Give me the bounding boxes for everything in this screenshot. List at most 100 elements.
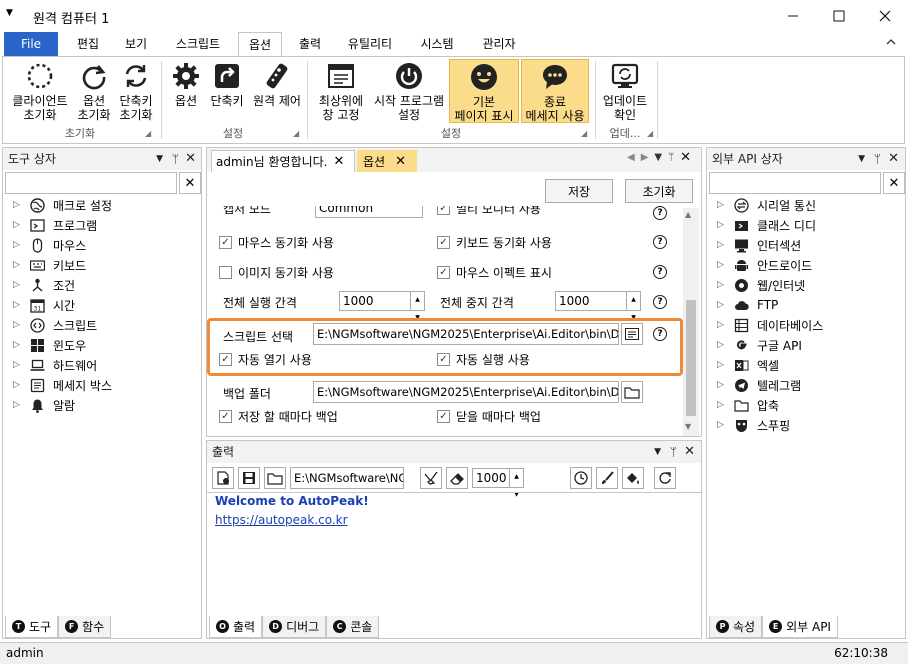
close-doc-icon[interactable]: ✕: [680, 150, 691, 165]
tab-view[interactable]: 보기: [114, 32, 158, 56]
mouse-effect-row[interactable]: ✓ 마우스 이펙트 표시: [437, 264, 552, 281]
tree-item-intersection[interactable]: ▷ 인터섹션: [717, 235, 823, 255]
tree-item-excel[interactable]: ▷ 엑셀: [717, 355, 823, 375]
tree-item-telegram[interactable]: ▷ 텔레그램: [717, 375, 823, 395]
tree-item-compress[interactable]: ▷ 압축: [717, 395, 823, 415]
checkbox[interactable]: ✓: [437, 410, 450, 423]
dialog-launcher-icon[interactable]: ◢: [293, 129, 299, 138]
tab-edit[interactable]: 편집: [66, 32, 110, 56]
tree-item-messagebox[interactable]: ▷ 메세지 박스: [13, 375, 112, 395]
tree-item-database[interactable]: ▷ 데이타베이스: [717, 315, 823, 335]
run-interval-input[interactable]: 1000 ▲ ▼: [339, 291, 425, 321]
multi-monitor-row[interactable]: ✓ 멀티 모니터 사용: [437, 206, 541, 217]
minimize-button[interactable]: [770, 0, 816, 32]
new-file-button[interactable]: [212, 467, 234, 489]
checkbox[interactable]: ✓: [219, 410, 232, 423]
pin-icon[interactable]: ᛘ: [670, 441, 677, 463]
tree-item-time[interactable]: ▷ 31 시간: [13, 295, 112, 315]
tree-item-window[interactable]: ▷ 윈도우: [13, 335, 112, 355]
checkbox[interactable]: ✓: [437, 236, 450, 249]
clear-search-button[interactable]: ✕: [179, 172, 201, 194]
auto-run-row[interactable]: ✓ 자동 실행 사용: [437, 351, 530, 368]
tab-system[interactable]: 시스템: [410, 32, 464, 56]
pin-icon[interactable]: ᛘ: [668, 152, 674, 165]
collapse-ribbon-icon[interactable]: [886, 37, 896, 47]
topmost-button[interactable]: 최상위에 창 고정: [313, 61, 369, 122]
close-panel-icon[interactable]: ✕: [684, 441, 695, 463]
checkbox[interactable]: ✓: [437, 353, 450, 366]
tree-item-web[interactable]: ▷ 웹/인터넷: [717, 275, 823, 295]
scroll-right-icon[interactable]: ▶: [641, 152, 649, 165]
close-tab-icon[interactable]: ✕: [333, 154, 344, 169]
script-path-input[interactable]: E:\NGMsoftware\NGM2025\Enterprise\Ai.Edi…: [313, 323, 619, 345]
help-icon[interactable]: ?: [653, 235, 667, 249]
keyboard-sync-row[interactable]: ✓ 키보드 동기화 사용: [437, 234, 552, 251]
update-check-button[interactable]: 업데이트 확인: [599, 61, 651, 122]
doc-tab-welcome[interactable]: admin님 환영합니다. ✕: [211, 150, 355, 172]
brush-button[interactable]: [596, 467, 618, 489]
scroll-down-icon[interactable]: ▼: [685, 422, 691, 431]
help-icon[interactable]: ?: [653, 327, 667, 341]
refresh-output-button[interactable]: [654, 467, 676, 489]
tree-item-spoofing[interactable]: ▷ 스푸핑: [717, 415, 823, 435]
pin-icon[interactable]: ᛘ: [172, 148, 179, 170]
remote-control-button[interactable]: 원격 제어: [249, 61, 305, 108]
toolbox-search-input[interactable]: [5, 172, 177, 194]
reset-button[interactable]: 초기화: [625, 179, 693, 203]
output-line-link[interactable]: https://autopeak.co.kr: [215, 513, 348, 527]
tree-item-android[interactable]: ▷ 안드로이드: [717, 255, 823, 275]
close-panel-icon[interactable]: ✕: [185, 148, 196, 170]
tab-tools[interactable]: T 도구: [5, 616, 59, 638]
dialog-launcher-icon[interactable]: ◢: [145, 129, 151, 138]
dialog-launcher-icon[interactable]: ◢: [581, 129, 587, 138]
tab-output[interactable]: 출력: [288, 32, 332, 56]
stop-interval-input[interactable]: 1000 ▲ ▼: [555, 291, 641, 321]
tree-item-alarm[interactable]: ▷ 알람: [13, 395, 112, 415]
browse-script-button[interactable]: [621, 323, 643, 345]
save-output-button[interactable]: [238, 467, 260, 489]
reset-shortcut-button[interactable]: 단축키 초기화: [115, 61, 157, 122]
spin-buttons[interactable]: ▲ ▼: [410, 291, 424, 321]
backup-path-input[interactable]: E:\NGMsoftware\NGM2025\Enterprise\Ai.Edi…: [313, 381, 619, 403]
tree-item-macro[interactable]: ▷ 매크로 설정: [13, 195, 112, 215]
output-path-input[interactable]: E:\NGMsoftware\NGM: [290, 467, 404, 489]
tree-item-class[interactable]: ▷ 클래스 디디: [717, 215, 823, 235]
capture-mode-select[interactable]: Common: [315, 206, 423, 218]
tab-debug[interactable]: D 디버그: [262, 616, 327, 638]
clock-button[interactable]: [570, 467, 592, 489]
shortcut-button[interactable]: 단축키: [205, 61, 249, 108]
tree-item-mouse[interactable]: ▷ 마우스: [13, 235, 112, 255]
help-icon[interactable]: ?: [653, 206, 667, 220]
exit-message-button[interactable]: 종료 메세지 사용: [521, 59, 589, 123]
checkbox[interactable]: [219, 266, 232, 279]
options-button[interactable]: 옵션: [167, 61, 205, 108]
maximize-button[interactable]: [816, 0, 862, 32]
panel-menu-icon[interactable]: ▼: [858, 148, 865, 170]
window-menu-icon[interactable]: ▼: [6, 8, 13, 18]
tree-item-program[interactable]: ▷ 프로그램: [13, 215, 112, 235]
tab-admin[interactable]: 관리자: [472, 32, 526, 56]
close-button[interactable]: [862, 0, 908, 32]
backup-on-save-row[interactable]: ✓ 저장 할 때마다 백업: [219, 408, 338, 425]
fill-button[interactable]: [622, 467, 644, 489]
scroll-up-icon[interactable]: ▲: [685, 210, 691, 219]
tree-item-ftp[interactable]: ▷ FTP: [717, 295, 823, 315]
tree-item-hardware[interactable]: ▷ 하드웨어: [13, 355, 112, 375]
close-tab-icon[interactable]: ✕: [395, 154, 406, 169]
api-search-input[interactable]: [709, 172, 881, 194]
tab-options[interactable]: 옵션: [238, 32, 282, 57]
tree-item-condition[interactable]: ▷ 조건: [13, 275, 112, 295]
tree-item-script[interactable]: ▷ 스크립트: [13, 315, 112, 335]
tab-script[interactable]: 스크립트: [166, 32, 230, 56]
checkbox[interactable]: ✓: [219, 353, 232, 366]
tab-external-api[interactable]: E 외부 API: [762, 616, 838, 638]
tab-console[interactable]: C 콘솔: [326, 616, 380, 638]
output-limit-input[interactable]: 1000 ▲ ▼: [472, 468, 524, 498]
tab-file[interactable]: File: [4, 32, 58, 56]
close-panel-icon[interactable]: ✕: [888, 148, 899, 170]
dialog-launcher-icon[interactable]: ◢: [647, 129, 653, 138]
startup-program-button[interactable]: 시작 프로그램 설정: [369, 61, 449, 122]
tab-properties[interactable]: P 속성: [709, 616, 763, 638]
tab-functions[interactable]: F 함수: [58, 616, 112, 638]
reset-options-button[interactable]: 옵션 초기화: [71, 61, 117, 122]
